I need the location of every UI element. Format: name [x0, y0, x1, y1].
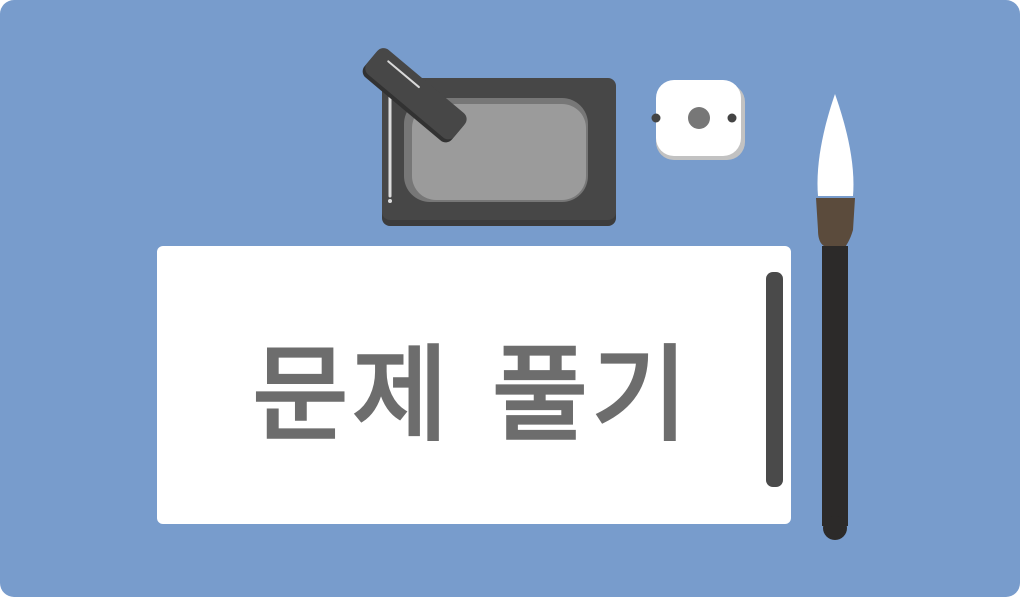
- scroll-roller-icon: [766, 272, 783, 487]
- page-title: 문제 풀기: [252, 333, 692, 456]
- title-card: 문제 풀기: [0, 0, 1020, 597]
- paper-sheet: 문제 풀기: [157, 246, 791, 524]
- water-dropper-icon: [651, 80, 745, 160]
